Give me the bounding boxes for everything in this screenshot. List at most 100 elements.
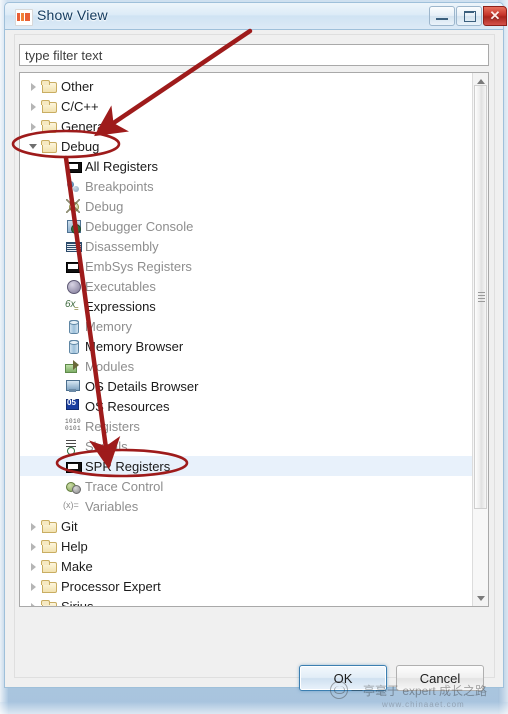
tree-item-label: Debug — [61, 138, 100, 154]
tree-item-label: Modules — [85, 358, 135, 374]
twisty-spacer — [52, 181, 63, 192]
filter-input[interactable]: type filter text — [19, 44, 489, 66]
watermark-text: 一亭毫于 expert 成长之路 — [351, 683, 488, 698]
twisty-spacer — [52, 361, 63, 372]
watermark-logo-icon — [330, 681, 348, 699]
tree-item-help[interactable]: Help — [20, 536, 474, 556]
tree-item-expressions[interactable]: Expressions — [20, 296, 474, 316]
chevron-right-icon[interactable] — [28, 521, 39, 532]
title-bar[interactable]: Show View ✕ — [4, 2, 507, 30]
tree-item-breakpoints[interactable]: Breakpoints — [20, 176, 474, 196]
chevron-right-icon[interactable] — [28, 581, 39, 592]
tree-item-os-resources[interactable]: OS Resources — [20, 396, 474, 416]
tree-item-all-registers[interactable]: All Registers — [20, 156, 474, 176]
chevron-right-icon[interactable] — [28, 101, 39, 112]
tree-item-label: Git — [61, 518, 78, 534]
scroll-down-icon[interactable] — [473, 590, 488, 606]
twisty-spacer — [52, 221, 63, 232]
tree-item-modules[interactable]: Modules — [20, 356, 474, 376]
tree-item-os-details-browser[interactable]: OS Details Browser — [20, 376, 474, 396]
tree-item-label: Processor Expert — [61, 578, 161, 594]
tree-item-processor-expert[interactable]: Processor Expert — [20, 576, 474, 596]
tree-item-label: All Registers — [85, 158, 158, 174]
folder-icon — [41, 518, 57, 534]
tree-item-label: Memory — [85, 318, 132, 334]
disasm-icon — [65, 238, 82, 254]
tree-item-make[interactable]: Make — [20, 556, 474, 576]
tree-item-label: Other — [61, 78, 94, 94]
close-button[interactable]: ✕ — [483, 6, 507, 26]
osr-icon — [65, 398, 81, 414]
tree-item-label: Executables — [85, 278, 156, 294]
tree-item-trace-control[interactable]: Trace Control — [20, 476, 474, 496]
tree-item-label: OS Resources — [85, 398, 170, 414]
bug-icon — [65, 198, 81, 214]
twisty-spacer — [52, 281, 63, 292]
tree-item-label: EmbSys Registers — [85, 258, 192, 274]
vertical-scrollbar[interactable] — [472, 73, 488, 606]
filter-placeholder: type filter text — [25, 47, 103, 63]
tree-item-disassembly[interactable]: Disassembly — [20, 236, 474, 256]
tree-item-memory[interactable]: Memory — [20, 316, 474, 336]
folder-icon — [41, 98, 57, 114]
tree-item-label: Make — [61, 558, 93, 574]
exe-icon — [65, 278, 81, 294]
minimize-icon — [436, 18, 448, 21]
tree-item-label: OS Details Browser — [85, 378, 199, 394]
twisty-spacer — [52, 481, 63, 492]
tree-item-debug[interactable]: Debug — [20, 136, 474, 156]
twisty-spacer — [52, 401, 63, 412]
tree-item-sirius[interactable]: Sirius — [20, 596, 474, 606]
chevron-down-icon[interactable] — [28, 141, 39, 152]
tree-item-git[interactable]: Git — [20, 516, 474, 536]
tree-item-embsys-registers[interactable]: EmbSys Registers — [20, 256, 474, 276]
close-icon: ✕ — [489, 8, 501, 23]
tree-item-spr-registers[interactable]: SPR Registers — [20, 456, 474, 476]
tree-item-label: Disassembly — [85, 238, 159, 254]
bp-icon — [65, 178, 81, 194]
chevron-right-icon[interactable] — [28, 121, 39, 132]
chevron-right-icon[interactable] — [28, 541, 39, 552]
tree-item-label: Breakpoints — [85, 178, 154, 194]
scrollbar-thumb[interactable] — [474, 85, 487, 509]
twisty-spacer — [52, 201, 63, 212]
tree-item-variables[interactable]: Variables — [20, 496, 474, 516]
minimize-button[interactable] — [429, 6, 455, 26]
chevron-right-icon[interactable] — [28, 81, 39, 92]
folder-icon — [41, 78, 57, 94]
chevron-right-icon[interactable] — [28, 561, 39, 572]
twisty-spacer — [52, 501, 63, 512]
expr-icon — [65, 298, 81, 314]
bits-icon — [65, 418, 81, 434]
maximize-icon — [464, 11, 476, 22]
chevron-right-icon[interactable] — [28, 601, 39, 606]
watermark: 一亭毫于 expert 成长之路 — [330, 679, 502, 701]
tree-item-executables[interactable]: Executables — [20, 276, 474, 296]
tree-item-registers[interactable]: Registers — [20, 416, 474, 436]
tree-item-signals[interactable]: Signals — [20, 436, 474, 456]
tree-item-c-c[interactable]: C/C++ — [20, 96, 474, 116]
tree-item-general[interactable]: General — [20, 116, 474, 136]
tree-scroll-content: Other C/C++ General Debug All Registers Break… — [20, 73, 474, 606]
twisty-spacer — [52, 161, 63, 172]
twisty-spacer — [52, 381, 63, 392]
mem-icon — [65, 338, 81, 354]
sig-icon — [65, 438, 81, 455]
folder-icon — [41, 538, 57, 554]
tree-item-memory-browser[interactable]: Memory Browser — [20, 336, 474, 356]
varx-icon — [63, 498, 81, 514]
tree-item-label: Signals — [85, 438, 128, 454]
tree-item-label: Debug — [85, 198, 124, 214]
tree-item-debugger-console[interactable]: Debugger Console — [20, 216, 474, 236]
tree-item-debug[interactable]: Debug — [20, 196, 474, 216]
view-tree[interactable]: Other C/C++ General Debug All Registers Break… — [19, 72, 489, 607]
folder-icon — [41, 118, 57, 134]
tree-item-other[interactable]: Other — [20, 76, 474, 96]
trace-icon — [65, 478, 81, 494]
twisty-spacer — [52, 321, 63, 332]
tree-item-label: Sirius — [61, 598, 94, 607]
tree-item-label: Trace Control — [85, 478, 164, 494]
maximize-button[interactable] — [456, 6, 482, 26]
folder-icon — [41, 578, 57, 594]
tree-item-label: Registers — [85, 418, 140, 434]
